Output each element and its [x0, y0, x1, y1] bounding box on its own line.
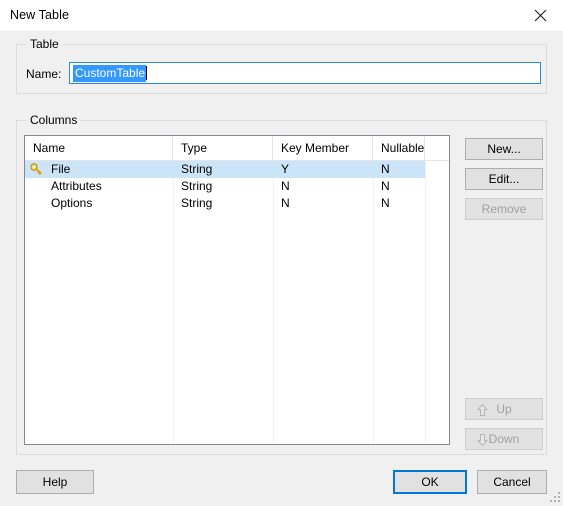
cell-name: File	[51, 162, 71, 176]
edit-column-button[interactable]: Edit...	[465, 168, 543, 190]
move-down-button[interactable]: Down	[465, 428, 543, 450]
window-title: New Table	[10, 8, 70, 22]
title-bar: New Table	[0, 0, 563, 32]
cancel-button[interactable]: Cancel	[477, 470, 547, 494]
columns-group-label: Columns	[26, 113, 82, 127]
arrow-down-icon	[476, 433, 489, 447]
remove-column-button[interactable]: Remove	[465, 198, 543, 220]
table-row[interactable]: Options String N N	[25, 195, 425, 212]
columns-list[interactable]: Name Type Key Member Nullable File Strin…	[24, 135, 450, 445]
cell-name: Attributes	[51, 179, 102, 193]
column-header-type[interactable]: Type	[173, 136, 273, 160]
cell-type: String	[181, 196, 213, 210]
table-group-label: Table	[26, 37, 63, 51]
cell-nullable: N	[381, 179, 390, 193]
cell-key-member: N	[281, 196, 290, 210]
close-button[interactable]	[518, 0, 563, 30]
resize-grip[interactable]	[549, 491, 561, 503]
table-row[interactable]: File String Y N	[25, 161, 425, 178]
table-name-input[interactable]: CustomTable	[69, 62, 541, 84]
columns-list-header: Name Type Key Member Nullable	[25, 136, 449, 161]
column-header-name[interactable]: Name	[25, 136, 173, 160]
move-up-label: Up	[496, 402, 512, 416]
cell-type: String	[181, 179, 213, 193]
cell-name: Options	[51, 196, 93, 210]
columns-list-body: File String Y N Attributes String N N Op…	[25, 161, 449, 444]
move-up-button[interactable]: Up	[465, 398, 543, 420]
table-row[interactable]: Attributes String N N	[25, 178, 425, 195]
grid-divider	[425, 161, 426, 444]
column-header-nullable[interactable]: Nullable	[373, 136, 425, 160]
key-icon	[30, 163, 43, 176]
help-button[interactable]: Help	[16, 470, 94, 494]
new-column-button[interactable]: New...	[465, 138, 543, 160]
cell-nullable: N	[381, 196, 390, 210]
input-empty-area[interactable]	[147, 63, 540, 83]
cell-key-member: N	[281, 179, 290, 193]
cell-nullable: N	[381, 162, 390, 176]
column-header-key-member[interactable]: Key Member	[273, 136, 373, 160]
name-label: Name:	[26, 67, 62, 81]
table-name-value: CustomTable	[73, 64, 147, 82]
close-icon	[534, 9, 547, 22]
move-down-label: Down	[488, 432, 520, 446]
cell-key-member: Y	[281, 162, 290, 176]
cell-type: String	[181, 162, 213, 176]
arrow-up-icon	[476, 403, 489, 417]
ok-button[interactable]: OK	[393, 470, 467, 494]
